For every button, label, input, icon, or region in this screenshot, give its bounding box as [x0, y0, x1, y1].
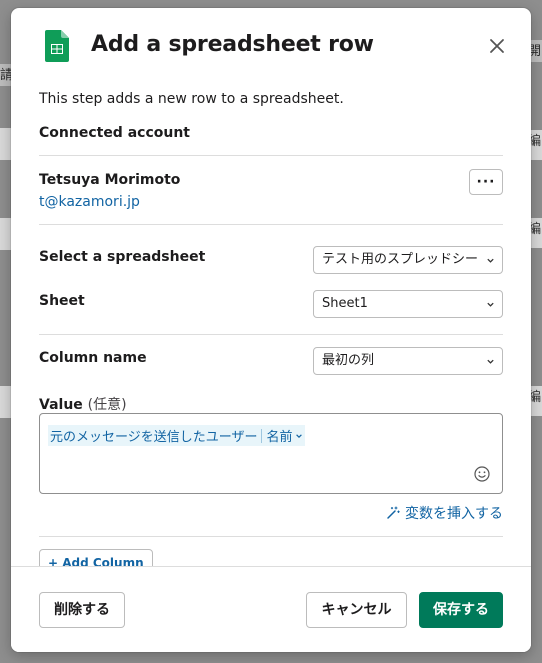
- bg-fragment: [0, 386, 11, 418]
- sheet-select-value: Sheet1: [322, 296, 368, 311]
- spreadsheet-select[interactable]: テスト用のスプレッドシー: [313, 246, 503, 274]
- save-button[interactable]: 保存する: [419, 592, 503, 628]
- bg-fragment: 請: [0, 64, 13, 86]
- google-sheets-icon: [45, 30, 69, 62]
- spreadsheet-select-value: テスト用のスプレッドシー: [322, 252, 479, 267]
- delete-button[interactable]: 削除する: [39, 592, 125, 628]
- column-name-label: Column name: [39, 350, 147, 366]
- connected-account-label: Connected account: [39, 125, 190, 141]
- column-name-select-value: 最初の列: [322, 353, 375, 368]
- step-description: This step adds a new row to a spreadshee…: [39, 91, 344, 107]
- value-label-text: Value: [39, 397, 83, 413]
- optional-hint: (任意): [87, 397, 127, 413]
- variable-token[interactable]: 元のメッセージを送信したユーザー 名前: [48, 425, 305, 446]
- modal-header: Add a spreadsheet row: [11, 8, 531, 88]
- divider: [39, 334, 503, 335]
- insert-variable-link[interactable]: 変数を挿入する: [385, 503, 503, 523]
- spreadsheet-label: Select a spreadsheet: [39, 249, 206, 265]
- modal-body: This step adds a new row to a spreadshee…: [39, 88, 503, 566]
- cancel-button[interactable]: キャンセル: [306, 592, 407, 628]
- divider: [39, 224, 503, 225]
- value-input[interactable]: 元のメッセージを送信したユーザー 名前: [39, 413, 503, 494]
- bg-fragment: [0, 218, 11, 250]
- bg-fragment: [0, 128, 11, 160]
- add-column-button[interactable]: + Add Column: [39, 549, 153, 566]
- chevron-down-icon: [487, 302, 494, 307]
- add-spreadsheet-row-modal: Add a spreadsheet row This step adds a n…: [11, 8, 531, 652]
- divider: [39, 155, 503, 156]
- token-separator: [261, 428, 263, 443]
- chevron-down-icon: [487, 258, 494, 263]
- chevron-down-icon: [295, 433, 302, 438]
- magic-wand-icon: [387, 506, 400, 519]
- insert-variable-text: 変数を挿入する: [405, 506, 503, 522]
- close-icon[interactable]: [485, 34, 509, 58]
- variable-token-sub: 名前: [266, 430, 293, 445]
- account-name: Tetsuya Morimoto: [39, 172, 181, 188]
- emoji-icon[interactable]: [474, 466, 490, 482]
- chevron-down-icon: [487, 359, 494, 364]
- value-label: Value (任意): [39, 394, 127, 414]
- modal-title: Add a spreadsheet row: [91, 32, 374, 57]
- modal-footer: 削除する キャンセル 保存する: [11, 566, 531, 652]
- account-email[interactable]: t@kazamori.jp: [39, 194, 140, 210]
- variable-token-main: 元のメッセージを送信したユーザー: [50, 430, 258, 445]
- divider: [39, 536, 503, 537]
- account-more-button[interactable]: ···: [469, 169, 503, 195]
- sheet-label: Sheet: [39, 293, 85, 309]
- column-name-select[interactable]: 最初の列: [313, 347, 503, 375]
- sheet-select[interactable]: Sheet1: [313, 290, 503, 318]
